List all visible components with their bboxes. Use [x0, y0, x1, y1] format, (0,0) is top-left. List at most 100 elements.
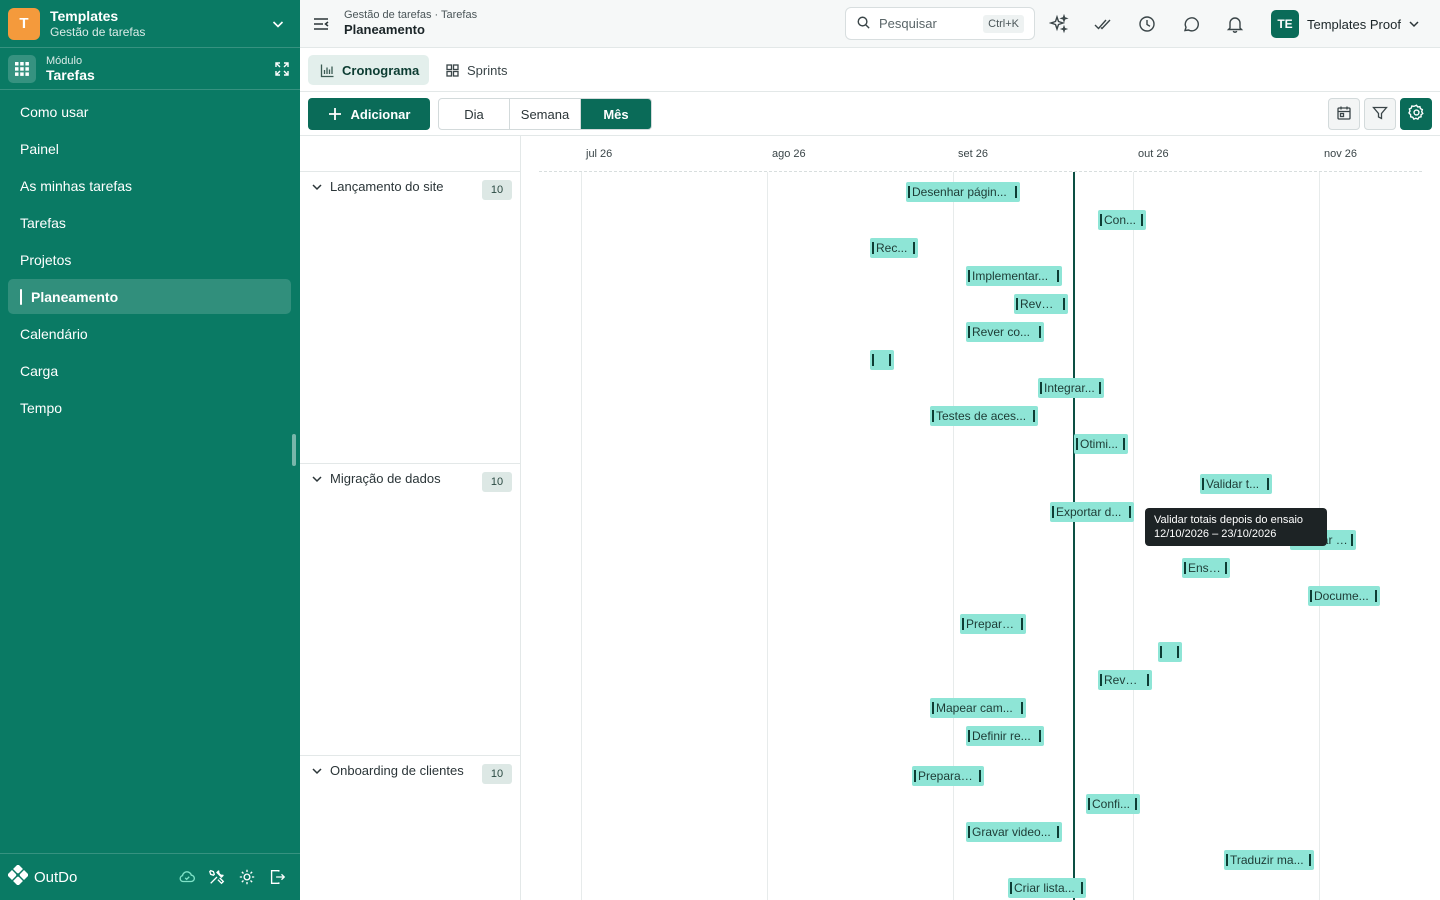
add-task-button[interactable]: Adicionar — [308, 98, 430, 130]
search-placeholder: Pesquisar — [879, 16, 937, 31]
group-title: Lançamento do site — [330, 179, 444, 194]
task-bar[interactable]: Validar t... — [1200, 474, 1272, 494]
user-name: Templates Proof — [1307, 16, 1401, 32]
cloud-sync-icon[interactable] — [178, 868, 196, 886]
group-column: Lançamento do site 10 Migração de dados … — [300, 136, 521, 900]
sidebar-item-como-usar[interactable]: Como usar — [8, 94, 291, 129]
avatar: TE — [1271, 10, 1299, 38]
chat-icon[interactable] — [1181, 14, 1201, 34]
task-bar[interactable]: Ensa... — [1182, 558, 1230, 578]
tooltip-dates: 12/10/2026 – 23/10/2026 — [1154, 528, 1277, 540]
workspace-switcher[interactable]: T Templates Gestão de tarefas — [0, 0, 300, 48]
settings-button[interactable] — [1400, 98, 1432, 130]
today-button[interactable] — [1328, 98, 1360, 130]
task-bar[interactable]: Rever... — [1014, 294, 1068, 314]
sidebar-item-as-minhas-tarefas[interactable]: As minhas tarefas — [8, 168, 291, 203]
bell-icon[interactable] — [1225, 14, 1245, 34]
month-gridline — [953, 172, 954, 900]
task-bar[interactable]: Mapear cam... — [930, 698, 1026, 718]
chevron-down-icon — [310, 180, 324, 194]
task-bar[interactable] — [1158, 642, 1182, 662]
tab-label: Cronograma — [342, 62, 420, 78]
group-title: Onboarding de clientes — [330, 763, 464, 778]
double-check-icon[interactable] — [1093, 14, 1113, 34]
workspace-subtitle: Gestão de tarefas — [50, 24, 146, 39]
sidebar-item-tarefas[interactable]: Tarefas — [8, 205, 291, 240]
task-bar[interactable]: Implementar... — [966, 266, 1062, 286]
plus-icon — [328, 107, 342, 121]
tab-cronograma[interactable]: Cronograma — [308, 55, 429, 85]
header-divider — [539, 171, 1422, 172]
tab-label: Sprints — [467, 62, 508, 78]
task-bar[interactable]: Rever... — [1098, 670, 1152, 690]
group-count-badge: 10 — [482, 764, 512, 784]
month-label: set 26 — [958, 148, 988, 160]
sidebar: T Templates Gestão de tarefas Módulo Tar… — [0, 0, 300, 900]
task-bar[interactable]: Rec... — [870, 238, 918, 258]
scale-month-button[interactable]: Mês — [581, 99, 651, 129]
search-input[interactable]: Pesquisar Ctrl+K — [845, 7, 1035, 40]
timeline-toolbar: Adicionar Dia Semana Mês — [300, 92, 1440, 136]
filter-icon — [1372, 105, 1388, 124]
sidebar-footer: OutDo — [0, 853, 300, 900]
task-bar[interactable]: Otimi... — [1074, 434, 1128, 454]
workspace-title: Templates — [50, 7, 119, 24]
group-toggle[interactable]: Migração de dados — [310, 471, 441, 486]
outdo-logo-icon — [7, 864, 29, 889]
collapse-menu-icon[interactable] — [312, 15, 330, 33]
sidebar-item-projetos[interactable]: Projetos — [8, 242, 291, 277]
task-bar[interactable]: Preparar ... — [912, 766, 984, 786]
task-bar[interactable] — [870, 350, 894, 370]
month-label: jul 26 — [586, 148, 613, 160]
task-bar[interactable]: Rever co... — [966, 322, 1044, 342]
tools-icon[interactable] — [208, 868, 226, 886]
module-name: Tarefas — [46, 66, 95, 83]
today-marker — [1073, 172, 1075, 900]
sidebar-item-painel[interactable]: Painel — [8, 131, 291, 166]
sidebar-item-tempo[interactable]: Tempo — [8, 390, 291, 425]
group-toggle[interactable]: Onboarding de clientes — [310, 763, 464, 778]
task-tooltip: Validar totais depois do ensaio 12/10/20… — [1145, 508, 1327, 546]
sidebar-resize-handle[interactable] — [292, 434, 296, 466]
expand-icon[interactable] — [274, 61, 290, 77]
task-bar[interactable]: Con... — [1098, 210, 1146, 230]
sidebar-item-carga[interactable]: Carga — [8, 353, 291, 388]
chevron-down-icon — [310, 764, 324, 778]
scale-day-button[interactable]: Dia — [439, 99, 510, 129]
task-bar[interactable]: Integrar... — [1038, 378, 1104, 398]
brand-name: OutDo — [34, 868, 78, 886]
grid-icon — [445, 63, 460, 78]
filter-button[interactable] — [1364, 98, 1396, 130]
user-menu[interactable]: TE Templates Proof — [1271, 9, 1421, 39]
sidebar-item-calendario[interactable]: Calendário — [8, 316, 291, 351]
month-label: ago 26 — [772, 148, 806, 160]
clock-icon[interactable] — [1137, 14, 1157, 34]
task-bar[interactable]: Criar lista... — [1008, 878, 1086, 898]
task-bar[interactable]: Docume... — [1308, 586, 1380, 606]
task-bar[interactable]: Exportar d... — [1050, 502, 1134, 522]
task-bar[interactable]: Desenhar págin... — [906, 182, 1020, 202]
chevron-down-icon[interactable] — [270, 16, 286, 32]
module-switcher[interactable]: Módulo Tarefas — [0, 48, 300, 90]
logout-icon[interactable] — [268, 868, 286, 886]
scale-week-button[interactable]: Semana — [510, 99, 581, 129]
task-bar[interactable]: Testes de aces... — [930, 406, 1038, 426]
top-bar: Gestão de tarefas · Tarefas Planeamento … — [300, 0, 1440, 48]
sun-icon[interactable] — [238, 868, 256, 886]
task-bar[interactable]: Prepara... — [960, 614, 1026, 634]
group-toggle[interactable]: Lançamento do site — [310, 179, 443, 194]
module-label: Módulo — [46, 54, 83, 67]
month-label: out 26 — [1138, 148, 1169, 160]
task-bar[interactable]: Traduzir ma... — [1224, 850, 1314, 870]
tab-sprints[interactable]: Sprints — [433, 55, 523, 85]
task-bar[interactable]: Gravar video... — [966, 822, 1062, 842]
sidebar-item-planeamento[interactable]: Planeamento — [8, 279, 291, 314]
group-count-badge: 10 — [482, 472, 512, 492]
month-gridline — [581, 172, 582, 900]
bar-chart-icon — [320, 63, 335, 78]
task-bar[interactable]: Confi... — [1086, 794, 1140, 814]
breadcrumb: Gestão de tarefas · Tarefas Planeamento — [344, 9, 477, 38]
task-bar[interactable]: Definir re... — [966, 726, 1044, 746]
month-label: nov 26 — [1324, 148, 1358, 160]
sparkle-icon[interactable] — [1048, 13, 1069, 34]
